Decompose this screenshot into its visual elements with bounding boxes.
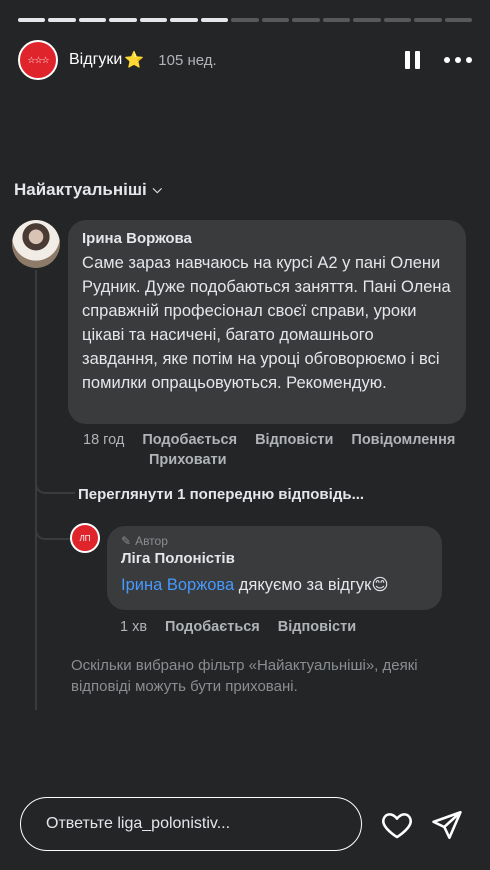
thread-branch xyxy=(35,514,71,540)
filter-notice: Оскільки вибрано фільтр «Найактуальніші»… xyxy=(71,657,418,695)
pencil-icon: ✎ xyxy=(121,534,132,548)
view-previous-replies-link[interactable]: Переглянути 1 попередню відповідь... xyxy=(78,486,364,503)
story-header: ☆☆☆ Відгуки ⭐ 105 нед. xyxy=(18,38,472,82)
author-badge: ✎ Автор xyxy=(121,534,428,548)
story-progress-bar xyxy=(18,18,473,22)
reply-time: 1 хв xyxy=(120,619,148,635)
heart-icon[interactable] xyxy=(380,808,414,842)
progress-segment xyxy=(414,18,442,22)
hide-button[interactable]: Приховати xyxy=(149,450,227,470)
commenter-avatar[interactable] xyxy=(12,220,60,268)
reply-author[interactable]: Ліга Полоністів xyxy=(121,550,428,567)
chevron-down-icon: ⌵ xyxy=(152,181,162,196)
sort-filter-dropdown[interactable]: Найактуальніші ⌵ xyxy=(14,180,162,200)
comment-bubble: Ірина Воржова Саме зараз навчаюсь на кур… xyxy=(68,220,466,424)
progress-segment xyxy=(322,18,351,22)
progress-segment xyxy=(78,18,107,22)
star-icon: ⭐ xyxy=(124,52,145,69)
comment-time: 18 год xyxy=(83,432,125,448)
reply-button[interactable]: Відповісти xyxy=(255,430,333,450)
message-button[interactable]: Повідомлення xyxy=(351,430,455,450)
progress-segment xyxy=(261,18,290,22)
reply-text: Ірина Воржова дякуємо за відгук😊 xyxy=(121,575,428,595)
more-options-button[interactable] xyxy=(444,57,472,63)
progress-segment xyxy=(109,18,137,22)
sort-filter-label: Найактуальніші xyxy=(14,180,147,199)
progress-segment xyxy=(18,18,46,22)
progress-segment xyxy=(353,18,381,22)
author-avatar[interactable]: ЛП xyxy=(70,523,100,553)
page-avatar[interactable]: ☆☆☆ xyxy=(18,40,58,80)
reply-input[interactable]: Ответьте liga_polonistiv... xyxy=(20,797,362,851)
smile-emoji: 😊 xyxy=(371,576,389,594)
send-icon[interactable] xyxy=(430,808,464,842)
story-time: 105 нед. xyxy=(158,51,217,69)
progress-segment xyxy=(383,18,412,22)
reply-bubble: ✎ Автор Ліга Полоністів Ірина Воржова дя… xyxy=(107,526,442,610)
story-title[interactable]: Відгуки xyxy=(69,51,122,69)
reply-reply-button[interactable]: Відповісти xyxy=(278,619,356,635)
reply-actions: 1 хв Подобається Відповісти xyxy=(120,619,374,635)
progress-segment xyxy=(170,18,198,22)
author-badge-label: Автор xyxy=(135,534,168,548)
comment-author[interactable]: Ірина Воржова xyxy=(82,230,452,247)
progress-segment xyxy=(200,18,229,22)
progress-segment xyxy=(231,18,259,22)
comment-text: Саме зараз навчаюсь на курсі А2 у пані О… xyxy=(82,254,451,392)
pause-button[interactable] xyxy=(405,51,420,69)
reply-like-button[interactable]: Подобається xyxy=(165,619,260,635)
progress-segment xyxy=(444,18,473,22)
comment-actions: 18 год Подобається Відповісти Повідомлення … xyxy=(83,430,488,470)
progress-segment xyxy=(48,18,76,22)
reply-message: дякуємо за відгук xyxy=(234,576,372,594)
thread-branch xyxy=(35,470,75,494)
mention-link[interactable]: Ірина Воржова xyxy=(121,576,234,594)
progress-segment xyxy=(292,18,320,22)
like-button[interactable]: Подобається xyxy=(142,430,237,450)
progress-segment xyxy=(139,18,168,22)
